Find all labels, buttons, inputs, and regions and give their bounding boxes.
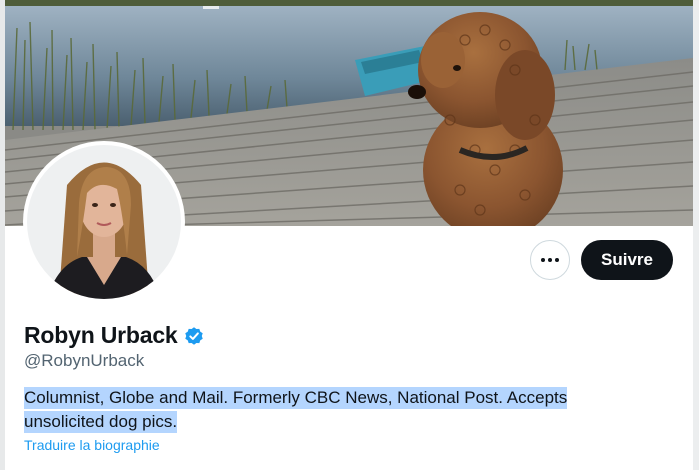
- translate-bio-link[interactable]: Traduire la biographie: [24, 437, 160, 453]
- profile-page: Suivre Robyn Urback @RobynUrback Columni…: [0, 0, 699, 470]
- profile-avatar[interactable]: [23, 141, 185, 303]
- profile-bio: Columnist, Globe and Mail. Formerly CBC …: [24, 386, 624, 434]
- more-horizontal-icon: [541, 258, 559, 262]
- more-options-button[interactable]: [530, 240, 570, 280]
- dot: [541, 258, 545, 262]
- bio-line-1: Columnist, Globe and Mail. Formerly CBC …: [24, 387, 568, 409]
- bio-line-2: unsolicited dog pics.: [24, 411, 178, 433]
- follow-button[interactable]: Suivre: [581, 240, 673, 280]
- dot: [555, 258, 559, 262]
- right-edge-divider: [693, 0, 699, 470]
- profile-handle: @RobynUrback: [24, 351, 145, 370]
- verified-badge-icon[interactable]: [183, 325, 205, 347]
- display-name: Robyn Urback: [24, 322, 178, 348]
- profile-name-row: Robyn Urback: [24, 322, 205, 349]
- dot: [548, 258, 552, 262]
